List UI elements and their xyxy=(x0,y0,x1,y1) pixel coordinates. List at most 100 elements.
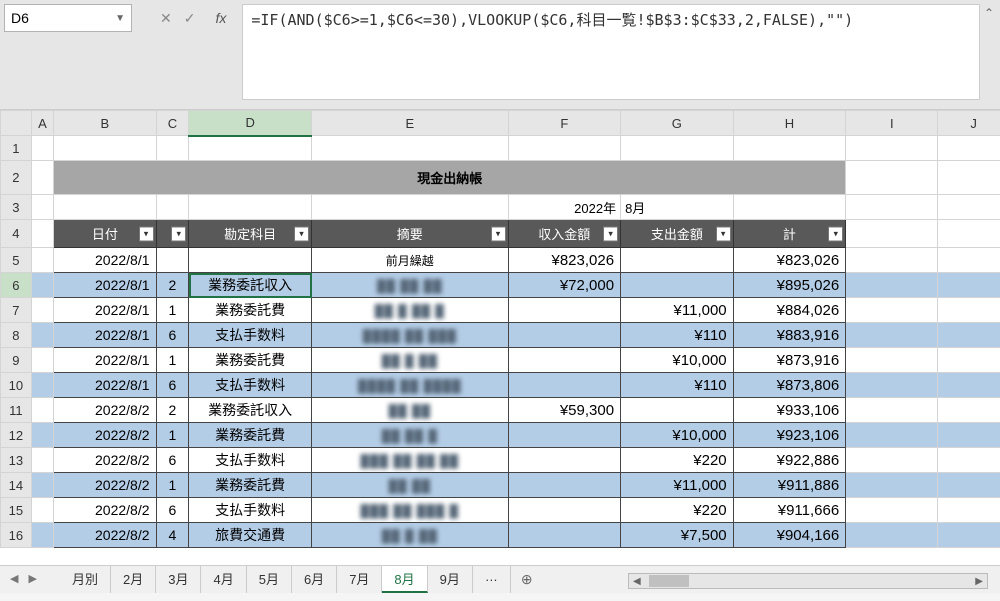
sheet-tab-4月[interactable]: 4月 xyxy=(201,566,246,593)
cell-date[interactable]: 2022/8/1 xyxy=(54,323,156,348)
cell-desc[interactable]: ██ ██ xyxy=(312,398,508,423)
cell-account[interactable]: 業務委託費 xyxy=(189,298,312,323)
cell-expense[interactable]: ¥220 xyxy=(621,448,734,473)
cell-code[interactable]: 1 xyxy=(156,298,189,323)
cell[interactable] xyxy=(156,136,189,161)
cell-expense[interactable]: ¥220 xyxy=(621,498,734,523)
add-sheet-button[interactable]: ⊕ xyxy=(511,568,543,591)
cell-code[interactable]: 6 xyxy=(156,448,189,473)
cell-expense[interactable]: ¥7,500 xyxy=(621,523,734,548)
cell[interactable] xyxy=(938,161,1000,195)
scroll-right-icon[interactable]: ▶ xyxy=(971,576,987,587)
formula-input[interactable]: =IF(AND($C6>=1,$C6<=30),VLOOKUP($C6,科目一覧… xyxy=(242,4,980,100)
row-header-14[interactable]: 14 xyxy=(1,473,32,498)
cell-date[interactable]: 2022/8/1 xyxy=(54,298,156,323)
cell-total[interactable]: ¥922,886 xyxy=(733,448,846,473)
cell[interactable] xyxy=(938,136,1000,161)
cell-income[interactable] xyxy=(508,298,621,323)
cell-desc[interactable]: ███ ██ ██ ██ xyxy=(312,448,508,473)
cancel-icon[interactable]: ✕ xyxy=(160,10,172,27)
row-header-10[interactable]: 10 xyxy=(1,373,32,398)
filter-btn-date[interactable] xyxy=(139,226,154,241)
cell-account[interactable]: 業務委託費 xyxy=(189,348,312,373)
cell-income[interactable] xyxy=(508,373,621,398)
column-header-B[interactable]: B xyxy=(54,111,156,136)
cell-total[interactable]: ¥911,666 xyxy=(733,498,846,523)
cell-income[interactable]: ¥823,026 xyxy=(508,248,621,273)
cell[interactable] xyxy=(938,398,1000,423)
tab-nav-arrows[interactable]: ◀ ▶ xyxy=(6,570,41,587)
cell[interactable] xyxy=(189,195,312,220)
cell-total[interactable]: ¥873,806 xyxy=(733,373,846,398)
cell[interactable] xyxy=(846,248,938,273)
cell[interactable] xyxy=(846,398,938,423)
cell-code[interactable]: 1 xyxy=(156,423,189,448)
cell-account[interactable]: 支払手数料 xyxy=(189,448,312,473)
cell-date[interactable]: 2022/8/2 xyxy=(54,523,156,548)
cell[interactable] xyxy=(846,423,938,448)
cell[interactable] xyxy=(54,195,156,220)
sheet-tab-8月[interactable]: 8月 xyxy=(382,566,427,593)
cell-desc[interactable]: ██ ██ xyxy=(312,473,508,498)
cell-income[interactable] xyxy=(508,423,621,448)
cell-code[interactable]: 2 xyxy=(156,273,189,298)
cell[interactable] xyxy=(846,523,938,548)
name-box[interactable]: D6 ▼ xyxy=(4,4,132,32)
cell-code[interactable]: 1 xyxy=(156,473,189,498)
cell-account[interactable]: 業務委託収入 xyxy=(189,273,312,298)
year-label[interactable]: 2022年 xyxy=(508,195,621,220)
header-desc[interactable]: 摘要 xyxy=(312,220,508,248)
cell-income[interactable] xyxy=(508,348,621,373)
row-header-13[interactable]: 13 xyxy=(1,448,32,473)
cell-desc[interactable]: ██ █ ██ xyxy=(312,523,508,548)
row-header-16[interactable]: 16 xyxy=(1,523,32,548)
cell[interactable] xyxy=(508,136,621,161)
cell-expense[interactable] xyxy=(621,398,734,423)
cell-account[interactable]: 支払手数料 xyxy=(189,498,312,523)
cell[interactable] xyxy=(846,273,938,298)
filter-btn-expense[interactable] xyxy=(716,226,731,241)
cell-total[interactable]: ¥873,916 xyxy=(733,348,846,373)
cell-desc[interactable]: ██ █ ██ █ xyxy=(312,298,508,323)
cell-income[interactable] xyxy=(508,448,621,473)
cell-desc[interactable]: ██ ██ █ xyxy=(312,423,508,448)
column-header-E[interactable]: E xyxy=(312,111,508,136)
filter-btn-account[interactable] xyxy=(294,226,309,241)
cell[interactable] xyxy=(938,523,1000,548)
row-header-2[interactable]: 2 xyxy=(1,161,32,195)
cell-total[interactable]: ¥933,106 xyxy=(733,398,846,423)
sheet-tab-more[interactable]: … xyxy=(473,566,511,593)
sheet-tab-3月[interactable]: 3月 xyxy=(156,566,201,593)
cell-date[interactable]: 2022/8/1 xyxy=(54,348,156,373)
cell-expense[interactable] xyxy=(621,273,734,298)
cell-total[interactable]: ¥884,026 xyxy=(733,298,846,323)
cell[interactable] xyxy=(846,161,938,195)
column-header-A[interactable]: A xyxy=(31,111,54,136)
name-box-dropdown-icon[interactable]: ▼ xyxy=(115,13,125,24)
cell[interactable] xyxy=(938,448,1000,473)
cell-account[interactable]: 業務委託費 xyxy=(189,423,312,448)
cell-income[interactable] xyxy=(508,323,621,348)
cell-desc[interactable]: ████ ██ ███ xyxy=(312,323,508,348)
cell-expense[interactable] xyxy=(621,248,734,273)
cell-code[interactable]: 6 xyxy=(156,373,189,398)
cell[interactable] xyxy=(312,195,508,220)
cell-account[interactable]: 業務委託費 xyxy=(189,473,312,498)
tab-prev-icon[interactable]: ◀ xyxy=(6,570,22,587)
header-total[interactable]: 計 xyxy=(733,220,846,248)
cell-income[interactable] xyxy=(508,523,621,548)
row-header-8[interactable]: 8 xyxy=(1,323,32,348)
sheet-tab-9月[interactable]: 9月 xyxy=(428,566,473,593)
cell-total[interactable]: ¥904,166 xyxy=(733,523,846,548)
tab-next-icon[interactable]: ▶ xyxy=(24,570,40,587)
sheet-tab-月別[interactable]: 月別 xyxy=(60,566,111,593)
cell-desc[interactable]: 前月繰越 xyxy=(312,248,508,273)
fx-icon[interactable]: fx xyxy=(215,10,226,26)
cell-desc[interactable]: ███ ██ ███ █ xyxy=(312,498,508,523)
cell[interactable] xyxy=(938,373,1000,398)
column-header-F[interactable]: F xyxy=(508,111,621,136)
cell-code[interactable]: 6 xyxy=(156,498,189,523)
cell-expense[interactable]: ¥110 xyxy=(621,373,734,398)
cell[interactable] xyxy=(846,473,938,498)
cell-date[interactable]: 2022/8/2 xyxy=(54,448,156,473)
